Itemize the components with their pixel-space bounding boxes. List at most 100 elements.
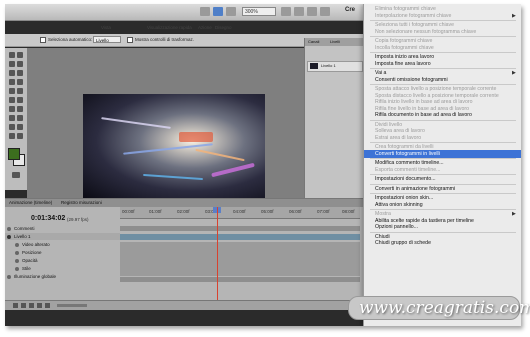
layer-duration-bar[interactable] (120, 234, 360, 240)
lasso-tool-icon[interactable] (9, 61, 15, 67)
ruler-tick: 08:00f (342, 209, 355, 214)
path-select-tool-icon[interactable] (9, 124, 15, 130)
menu-item[interactable]: Rifila documento in base ad area di lavo… (375, 112, 472, 118)
tab-registro-misurazioni[interactable]: Registro misurazioni (61, 200, 102, 205)
audio-icon[interactable] (45, 303, 50, 308)
row-label: Commenti (14, 226, 35, 231)
timeline-row[interactable]: Illuminazione globale (5, 273, 120, 280)
pen-tool-icon[interactable] (9, 115, 15, 121)
screen-mode-icon[interactable] (294, 7, 304, 16)
auto-select-label: Seleziona automatico: (48, 37, 93, 43)
menu-item[interactable]: Abilita scelte rapide da tastiera per ti… (375, 218, 474, 224)
stopwatch-icon[interactable] (7, 274, 11, 279)
menu-item[interactable]: Modifica commento timeline... (375, 160, 444, 166)
workspace-vista[interactable]: Vista (101, 25, 111, 30)
workspace-icon[interactable] (213, 7, 223, 16)
property-tracks[interactable] (120, 242, 360, 276)
shape-tool-icon[interactable] (17, 124, 23, 130)
workspace-disegno[interactable]: Disegno (215, 25, 232, 30)
menu-item: Esporta commenti timeline... (375, 166, 441, 173)
row-label: Stile (22, 266, 31, 271)
stamp-tool-icon[interactable] (9, 88, 15, 94)
auto-select-option[interactable]: Seleziona automatico: (40, 37, 92, 43)
menu-item[interactable]: Chiudi (375, 234, 390, 240)
quick-select-tool-icon[interactable] (17, 61, 23, 67)
blur-tool-icon[interactable] (9, 106, 15, 112)
timeline-row[interactable]: Stile (5, 265, 120, 272)
time-ruler[interactable]: 00:00f 01:00f 02:00f 03:00f 04:00f 05:00… (120, 207, 360, 219)
global-light-track[interactable] (120, 277, 360, 282)
visibility-icon[interactable] (7, 234, 11, 239)
menu-item[interactable]: Chiudi gruppo di schede (375, 240, 431, 246)
row-label: Video alterato (22, 242, 50, 247)
previous-frame-icon[interactable] (21, 303, 26, 308)
row-label: Posizione (22, 250, 42, 255)
timeline-row[interactable]: Livello 1 (5, 233, 120, 240)
stopwatch-icon[interactable] (15, 250, 19, 255)
stopwatch-icon[interactable] (15, 242, 19, 247)
stopwatch-icon[interactable] (15, 258, 19, 263)
gradient-tool-icon[interactable] (17, 97, 23, 103)
menu-separator (370, 119, 516, 121)
grid-icon[interactable] (307, 7, 317, 16)
timeline-row[interactable]: Opacità (5, 257, 120, 264)
foreground-color-swatch[interactable] (8, 148, 20, 160)
quick-mask-icon[interactable] (12, 172, 20, 178)
menu-separator (370, 158, 516, 159)
hand-icon[interactable] (226, 7, 236, 16)
healing-tool-icon[interactable] (9, 79, 15, 85)
next-frame-icon[interactable] (37, 303, 42, 308)
first-frame-icon[interactable] (13, 303, 18, 308)
menu-item[interactable]: Converti in animazione fotogrammi (375, 186, 455, 192)
marquee-tool-icon[interactable] (17, 52, 23, 58)
tab-livelli[interactable]: Livelli (330, 39, 340, 44)
layer-row[interactable]: Livello 1 (307, 61, 363, 72)
zoom-slider[interactable] (57, 304, 87, 307)
ruler-tick: 01:00f (149, 209, 162, 214)
menu-item[interactable]: Imposta fine area lavoro (375, 61, 431, 67)
play-icon[interactable] (29, 303, 34, 308)
menu-item[interactable]: Converti fotogrammi in livelli (364, 149, 521, 158)
tab-canali[interactable]: Canali (308, 39, 319, 44)
home-icon[interactable] (200, 7, 210, 16)
auto-select-dropdown[interactable]: Livello (93, 36, 121, 43)
menu-separator (370, 20, 516, 21)
app-title: Cre (345, 7, 356, 13)
layers-panel-tabs: Canali Livelli (305, 38, 363, 46)
dodge-tool-icon[interactable] (17, 106, 23, 112)
type-tool-icon[interactable] (17, 115, 23, 121)
timeline-row[interactable]: Posizione (5, 249, 120, 256)
eraser-tool-icon[interactable] (9, 97, 15, 103)
menu-item: Sposta attacco livello a posizione tempo… (375, 86, 497, 92)
menu-item[interactable]: Imposta inizio area lavoro (375, 54, 434, 60)
stopwatch-icon[interactable] (7, 226, 11, 231)
workspace-azione[interactable]: Azione (198, 25, 212, 30)
timeline-row[interactable]: Video alterato (5, 241, 120, 248)
workspace-visualizzazione-rapida[interactable]: Visualizzazione rapida (147, 25, 192, 30)
stopwatch-icon[interactable] (15, 266, 19, 271)
arrange-icon[interactable] (281, 7, 291, 16)
timeline-row[interactable]: Commenti (5, 225, 120, 232)
zoom-tool-icon[interactable] (17, 133, 23, 139)
menu-item[interactable]: Impostazioni onion skin... (375, 195, 433, 201)
current-timecode: 0:01:34:02 (31, 215, 66, 222)
menu-item[interactable]: Opzioni pannello... (375, 224, 418, 230)
transform-controls-option[interactable]: Mostra controlli di trasformaz. (127, 37, 194, 43)
menu-item[interactable]: Attiva onion skinning (375, 202, 423, 208)
tab-animazione-timeline[interactable]: Animazione (timeline) (9, 200, 52, 205)
history-brush-tool-icon[interactable] (17, 88, 23, 94)
eyedropper-tool-icon[interactable] (17, 70, 23, 76)
comments-track[interactable] (120, 226, 360, 231)
menu-item[interactable]: Consenti omissione fotogrammi (375, 77, 448, 83)
zoom-select[interactable]: 300% (242, 7, 276, 16)
menu-item[interactable]: Vai a (375, 70, 386, 76)
hand-tool-icon[interactable] (9, 133, 15, 139)
brush-tool-icon[interactable] (17, 79, 23, 85)
submenu-arrow-icon: ▶ (512, 211, 516, 217)
menu-separator (370, 231, 516, 233)
menu-item: Rifila fine livello in base ad area di l… (375, 105, 470, 112)
move-tool-icon[interactable] (9, 52, 15, 58)
menu-item[interactable]: Impostazioni documento... (375, 176, 436, 182)
crop-tool-icon[interactable] (9, 70, 15, 76)
extras-icon[interactable] (320, 7, 330, 16)
